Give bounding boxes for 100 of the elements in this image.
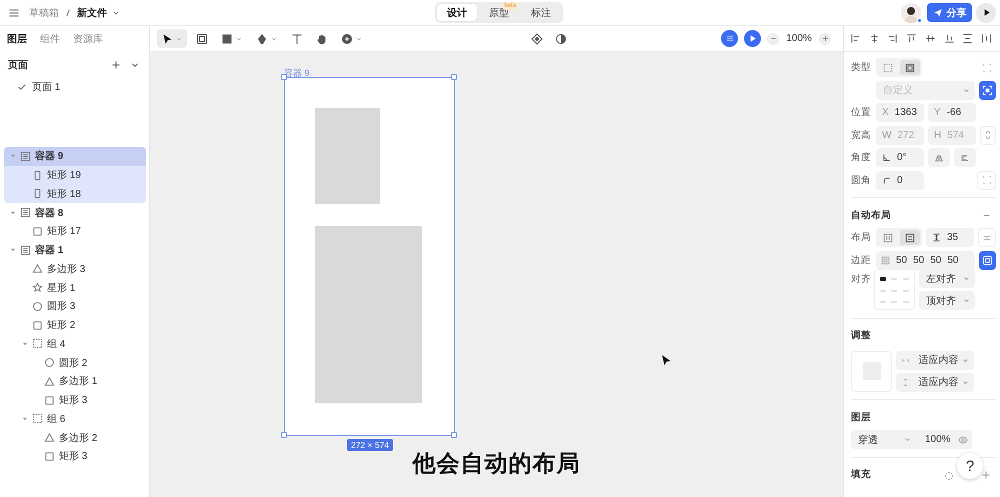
- layer-item[interactable]: 矩形 3: [4, 447, 146, 466]
- layer-item[interactable]: 组 6: [4, 410, 146, 428]
- width-resizing-dropdown[interactable]: 适应内容: [896, 350, 974, 370]
- property-label: 对齐: [851, 273, 872, 286]
- layer-item[interactable]: 矩形 17: [4, 222, 146, 241]
- align-center-icon[interactable]: [868, 33, 880, 44]
- gap-field[interactable]: 35: [926, 228, 974, 247]
- menu-icon[interactable]: [8, 6, 20, 18]
- focus-icon: [982, 84, 993, 96]
- contrast-icon[interactable]: [555, 32, 567, 44]
- corners-icon: [982, 175, 992, 185]
- align-right-icon[interactable]: [887, 33, 898, 44]
- container-icon: [20, 150, 31, 162]
- padding-value: 50: [947, 254, 958, 266]
- layer-item[interactable]: 矩形 19: [4, 166, 146, 184]
- component-icon[interactable]: [531, 32, 543, 44]
- field-prefix: X: [882, 107, 889, 118]
- play-button[interactable]: [976, 2, 996, 22]
- mode-tab[interactable]: 设计: [437, 4, 477, 21]
- breadcrumb-folder[interactable]: 草稿箱: [29, 6, 59, 20]
- distribute-horizontal-icon[interactable]: [980, 33, 992, 44]
- align-bottom-icon[interactable]: [944, 33, 955, 44]
- align-middle-icon[interactable]: [924, 33, 936, 44]
- layer-item[interactable]: 组 4: [4, 334, 146, 354]
- corner-radius-icon: [882, 176, 891, 184]
- mode-tab[interactable]: 标注: [521, 4, 561, 21]
- container-icon: [20, 207, 31, 218]
- eye-icon[interactable]: [958, 434, 968, 444]
- layer-item[interactable]: 多边形 3: [4, 260, 146, 278]
- flip-horizontal-button[interactable]: [928, 148, 950, 167]
- align-left-icon[interactable]: [850, 33, 861, 44]
- star-icon: [32, 282, 43, 294]
- layer-item[interactable]: 圆形 2: [4, 353, 146, 372]
- file-name[interactable]: 新文件: [77, 6, 107, 20]
- layer-item[interactable]: 圆形 3: [4, 297, 146, 316]
- layer-item[interactable]: 矩形 3: [4, 390, 146, 410]
- pointer-icon: [161, 32, 173, 44]
- distribute-vertical-icon[interactable]: [962, 33, 974, 44]
- help-button[interactable]: ?: [957, 453, 983, 479]
- present-button[interactable]: [744, 30, 761, 47]
- zoom-level[interactable]: 100%: [785, 33, 813, 44]
- panel-tab[interactable]: 组件: [40, 32, 60, 46]
- resize-handle[interactable]: [281, 432, 287, 438]
- plus-icon[interactable]: [110, 59, 122, 71]
- resize-handle[interactable]: [451, 74, 457, 80]
- blend-mode-dropdown[interactable]: 穿透: [858, 432, 912, 446]
- page-item[interactable]: 页面 1: [0, 78, 149, 96]
- zoom-in-button[interactable]: [819, 32, 831, 44]
- hand-icon: [316, 32, 328, 44]
- horizontal-align-dropdown[interactable]: 左对齐: [919, 269, 975, 288]
- section-title: 调整: [851, 329, 871, 342]
- text-icon: [291, 32, 303, 44]
- opacity-value[interactable]: 100%: [925, 434, 951, 445]
- field-value: 574: [947, 130, 964, 140]
- zoom-out-button[interactable]: [767, 32, 779, 44]
- size-badge: 272 × 574: [346, 439, 394, 451]
- move-tool[interactable]: [157, 29, 187, 48]
- property-label: 宽高: [851, 128, 872, 142]
- layer-item[interactable]: 矩形 18: [4, 184, 146, 204]
- property-label: 位置: [851, 106, 872, 119]
- radius-field[interactable]: 0: [876, 170, 924, 190]
- x-field[interactable]: X 1363: [876, 103, 924, 122]
- direction-option[interactable]: [900, 230, 920, 245]
- grid-button[interactable]: [721, 30, 738, 47]
- rotation-field[interactable]: 0°: [876, 148, 924, 167]
- y-field[interactable]: Y -66: [928, 103, 976, 122]
- fit-button[interactable]: [979, 80, 996, 100]
- layer-item[interactable]: 星形 1: [4, 278, 146, 297]
- height-resizing-dropdown[interactable]: 适应内容: [896, 372, 974, 392]
- resize-handle[interactable]: [451, 432, 457, 438]
- dashed-square-icon: [883, 62, 893, 72]
- flip-vertical-button[interactable]: [954, 148, 976, 167]
- circle-icon: [44, 357, 55, 368]
- field-value: 0: [897, 174, 903, 186]
- field-value: 35: [947, 232, 958, 243]
- padding-icon: [881, 256, 890, 264]
- padding-mode-button[interactable]: [979, 250, 996, 270]
- vertical-align-dropdown[interactable]: 顶对齐: [919, 291, 975, 310]
- rows-icon: [905, 232, 915, 242]
- property-label: 边距: [851, 254, 872, 266]
- layer-item[interactable]: 容器 8: [4, 203, 146, 222]
- panel-tab[interactable]: 图层: [7, 32, 27, 46]
- circle-icon: [32, 300, 43, 312]
- type-option[interactable]: [900, 60, 920, 75]
- layer-item[interactable]: 矩形 2: [4, 316, 146, 334]
- avatar[interactable]: [901, 2, 921, 22]
- layer-item[interactable]: 容器 1: [4, 240, 146, 260]
- send-icon: [932, 8, 942, 18]
- check-icon: [17, 82, 27, 92]
- padding-field[interactable]: 50 50 50 50: [876, 250, 975, 270]
- layer-item[interactable]: 多边形 1: [4, 372, 146, 391]
- align-top-icon[interactable]: [906, 33, 918, 44]
- padding-icon: [982, 254, 993, 266]
- layer-item[interactable]: 多边形 2: [4, 428, 146, 447]
- padding-value: 50: [913, 254, 924, 266]
- layer-item[interactable]: 容器 9: [4, 147, 146, 166]
- pages-title: 页面: [8, 59, 29, 72]
- panel-tab[interactable]: 资源库: [73, 32, 103, 46]
- share-button[interactable]: 分享: [927, 3, 972, 22]
- square-icon: [221, 32, 233, 44]
